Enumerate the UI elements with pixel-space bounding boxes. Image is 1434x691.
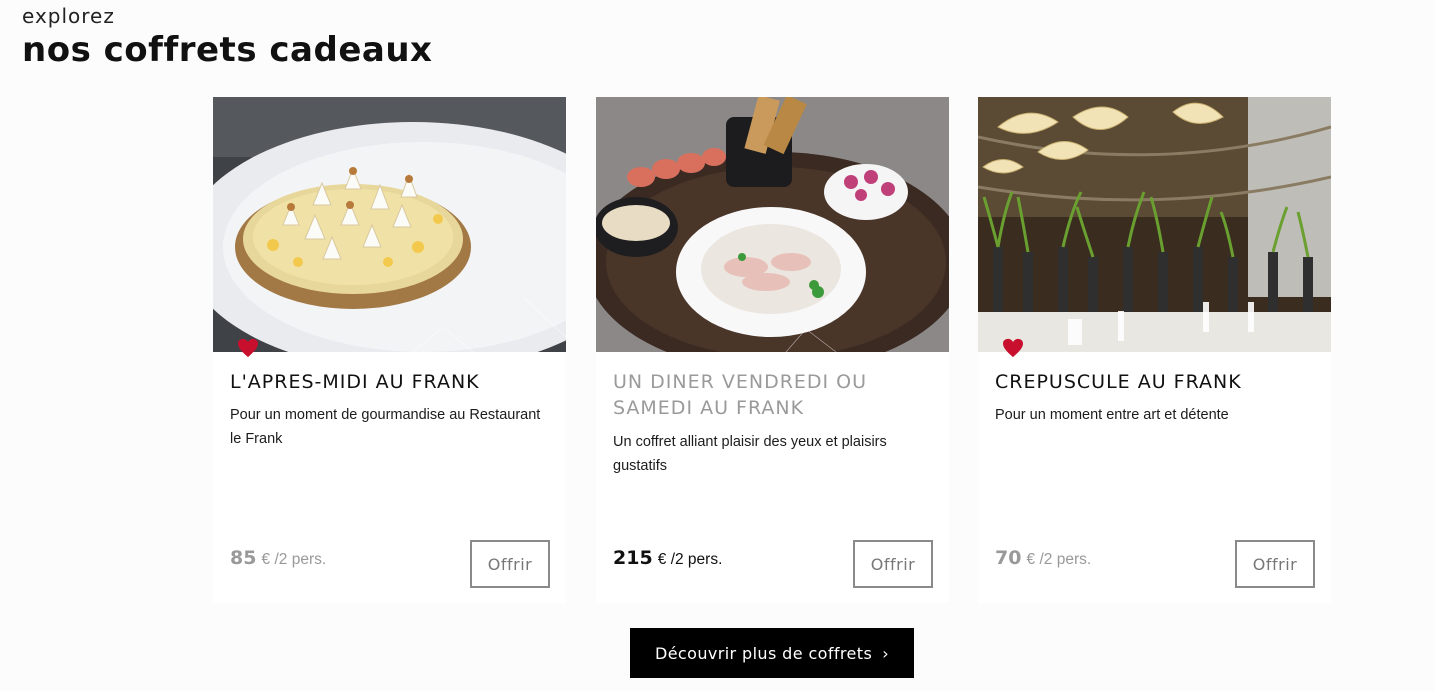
fish-platter-photo[interactable] bbox=[596, 97, 949, 352]
offer-button[interactable]: Offrir bbox=[470, 540, 550, 588]
discover-more-label: Découvrir plus de coffrets bbox=[654, 643, 873, 663]
gift-card-diner[interactable]: UN DINER VENDREDI OU SAMEDI AU FRANK Un … bbox=[596, 97, 949, 603]
gift-box-list: L'APRES-MIDI AU FRANK Pour un moment de … bbox=[213, 97, 1331, 603]
tart-dessert-photo[interactable] bbox=[213, 97, 566, 352]
page: explorez nos coffrets cadeaux L'APRES-MI… bbox=[0, 0, 1434, 691]
gift-card-apres-midi[interactable]: L'APRES-MIDI AU FRANK Pour un moment de … bbox=[213, 97, 566, 603]
card-price: 215 € /2 pers. bbox=[613, 547, 722, 569]
price-unit: € /2 pers. bbox=[657, 551, 723, 568]
card-description: Pour un moment entre art et détente bbox=[995, 407, 1229, 423]
favorite-heart-icon[interactable] bbox=[237, 338, 259, 360]
price-unit: € /2 pers. bbox=[261, 551, 327, 568]
chevron-right-icon: › bbox=[882, 643, 890, 663]
offer-button[interactable]: Offrir bbox=[853, 540, 933, 588]
card-price: 85 € /2 pers. bbox=[230, 547, 326, 569]
offer-button[interactable]: Offrir bbox=[1235, 540, 1315, 588]
gift-card-crepuscule[interactable]: CREPUSCULE AU FRANK Pour un moment entre… bbox=[978, 97, 1331, 603]
card-description: Pour un moment de gourmandise au Restaur… bbox=[230, 407, 541, 447]
card-title[interactable]: UN DINER VENDREDI OU SAMEDI AU FRANK bbox=[613, 369, 933, 421]
price-amount: 215 bbox=[613, 547, 653, 569]
price-unit: € /2 pers. bbox=[1026, 551, 1092, 568]
price-amount: 70 bbox=[995, 547, 1022, 569]
card-description: Un coffret alliant plaisir des yeux et p… bbox=[613, 434, 887, 474]
price-amount: 85 bbox=[230, 547, 257, 569]
section-title: nos coffrets cadeaux bbox=[22, 30, 433, 70]
favorite-heart-icon[interactable] bbox=[1002, 338, 1024, 360]
card-price: 70 € /2 pers. bbox=[995, 547, 1091, 569]
card-title[interactable]: L'APRES-MIDI AU FRANK bbox=[230, 369, 550, 395]
discover-more-button[interactable]: Découvrir plus de coffrets › bbox=[630, 628, 914, 678]
card-title[interactable]: CREPUSCULE AU FRANK bbox=[995, 369, 1315, 395]
section-kicker: explorez bbox=[22, 4, 115, 28]
restaurant-interior-photo[interactable] bbox=[978, 97, 1331, 352]
